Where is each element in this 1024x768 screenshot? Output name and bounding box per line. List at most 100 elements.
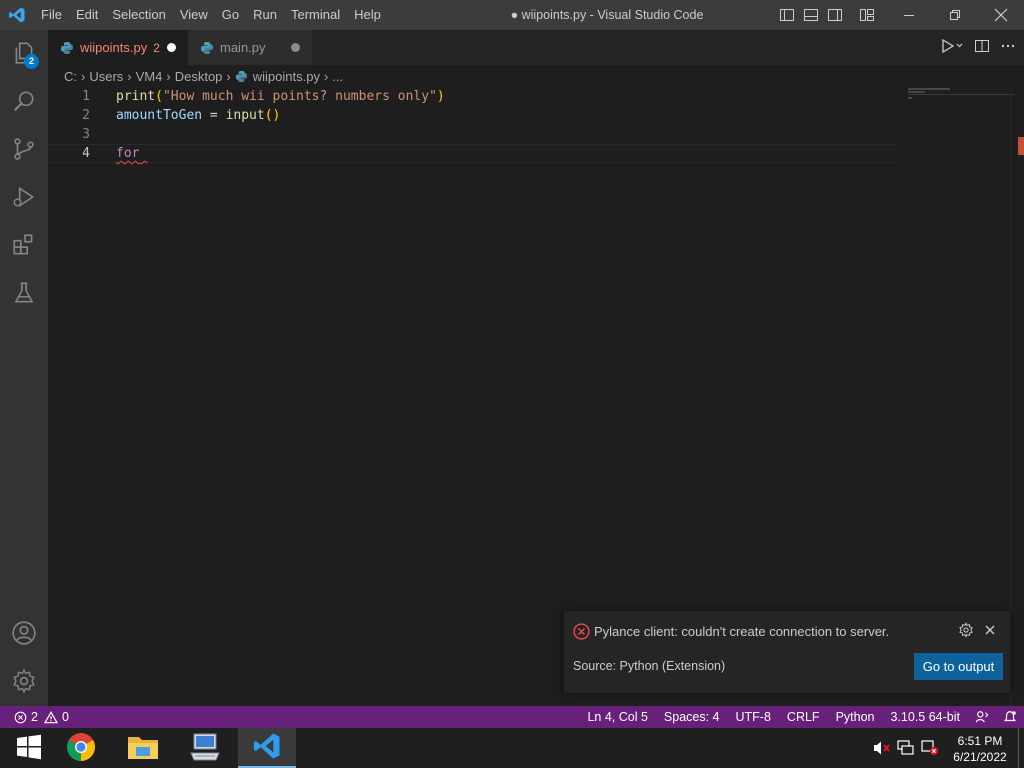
code-line[interactable]: 2 amountToGen = input() <box>48 106 898 125</box>
code-token: ( <box>155 89 163 104</box>
breadcrumb-file[interactable]: wiipoints.py <box>253 69 320 84</box>
code-line[interactable]: 3 <box>48 125 898 144</box>
source-control-button[interactable] <box>0 126 48 174</box>
unsaved-dot-icon[interactable] <box>167 43 176 52</box>
code-token: for <box>116 146 140 161</box>
tab-main[interactable]: main.py <box>188 30 312 65</box>
line-number: 2 <box>82 108 90 123</box>
toggle-secondary-sidebar-icon[interactable] <box>826 6 844 24</box>
notification-toast: Pylance client: couldn't create connecti… <box>564 611 1010 693</box>
menu-selection[interactable]: Selection <box>105 0 172 30</box>
breadcrumb-users[interactable]: Users <box>89 69 123 84</box>
show-desktop-button[interactable] <box>1018 728 1024 768</box>
breadcrumb-drive[interactable]: C: <box>64 69 77 84</box>
line-number: 3 <box>82 127 90 142</box>
menu-run[interactable]: Run <box>246 0 284 30</box>
notification-message: Pylance client: couldn't create connecti… <box>594 624 890 639</box>
unsaved-dot-icon[interactable] <box>291 43 300 52</box>
editor-actions <box>940 30 1016 65</box>
breadcrumb-desktop[interactable]: Desktop <box>175 69 223 84</box>
error-icon <box>573 623 590 640</box>
vscode-taskbar-button[interactable] <box>238 728 296 768</box>
layout-controls <box>778 0 876 30</box>
code-line[interactable]: 4 for <box>48 144 898 163</box>
cursor-position[interactable]: Ln 4, Col 5 <box>579 706 655 728</box>
customize-layout-icon[interactable] <box>858 6 876 24</box>
breadcrumb: C: › Users › VM4 › Desktop › wiipoints.p… <box>48 65 1024 87</box>
clock[interactable]: 6:51 PM 6/21/2022 <box>942 731 1018 765</box>
file-explorer-taskbar-button[interactable] <box>114 728 172 768</box>
more-actions-icon[interactable] <box>1000 38 1016 57</box>
encoding[interactable]: UTF-8 <box>728 706 779 728</box>
search-button[interactable] <box>0 78 48 126</box>
window-controls <box>886 0 1024 30</box>
problems-status[interactable]: 2 0 <box>0 710 69 724</box>
computer-keyboard-icon <box>189 732 221 765</box>
breadcrumb-symbols[interactable]: ... <box>332 69 343 84</box>
tab-label: main.py <box>220 40 266 55</box>
menu-terminal[interactable]: Terminal <box>284 0 347 30</box>
error-marker <box>1018 137 1024 155</box>
manage-button[interactable] <box>0 658 48 706</box>
title-bar: File Edit Selection View Go Run Terminal… <box>0 0 1024 30</box>
explorer-button[interactable]: 2 <box>0 30 48 78</box>
gear-icon[interactable] <box>958 622 976 640</box>
folder-icon <box>127 733 159 764</box>
tab-label: wiipoints.py <box>80 40 148 55</box>
search-icon <box>11 88 37 117</box>
menu-edit[interactable]: Edit <box>69 0 105 30</box>
restore-icon[interactable] <box>932 0 978 30</box>
line-number: 4 <box>82 146 90 161</box>
start-button[interactable] <box>0 728 58 768</box>
split-editor-icon[interactable] <box>974 38 990 57</box>
minimap-slider[interactable] <box>908 87 1014 95</box>
run-python-file-icon[interactable] <box>940 38 964 57</box>
code-text: for <box>116 144 147 163</box>
notifications-bell-icon[interactable] <box>996 706 1024 728</box>
chrome-taskbar-button[interactable] <box>52 728 110 768</box>
source-control-icon <box>11 136 37 165</box>
breadcrumb-vm4[interactable]: VM4 <box>136 69 163 84</box>
warning-count: 0 <box>61 710 69 724</box>
indentation[interactable]: Spaces: 4 <box>656 706 728 728</box>
chevron-right-icon: › <box>81 68 86 84</box>
accounts-button[interactable] <box>0 610 48 658</box>
tab-problem-count: 2 <box>153 40 160 55</box>
menu-bar: File Edit Selection View Go Run Terminal… <box>34 0 388 30</box>
vscode-logo-icon <box>0 0 34 30</box>
menu-view[interactable]: View <box>173 0 215 30</box>
python-interpreter[interactable]: 3.10.5 64-bit <box>883 706 969 728</box>
action-center-warning-icon[interactable] <box>918 728 942 768</box>
clock-time: 6:51 PM <box>957 734 1003 748</box>
run-debug-button[interactable] <box>0 174 48 222</box>
run-debug-icon <box>11 184 37 213</box>
feedback-icon[interactable] <box>968 706 996 728</box>
code-token: () <box>264 108 281 123</box>
python-file-icon <box>235 70 248 83</box>
menu-help[interactable]: Help <box>347 0 388 30</box>
toggle-panel-icon[interactable] <box>802 6 820 24</box>
language-mode[interactable]: Python <box>828 706 883 728</box>
code-token: = <box>202 108 226 123</box>
remote-desktop-taskbar-button[interactable] <box>176 728 234 768</box>
close-window-icon[interactable] <box>978 0 1024 30</box>
extensions-button[interactable] <box>0 222 48 270</box>
minimize-icon[interactable] <box>886 0 932 30</box>
tab-wiipoints[interactable]: wiipoints.py 2 <box>48 30 188 65</box>
go-to-output-button[interactable]: Go to output <box>914 653 1003 680</box>
tab-bar: wiipoints.py 2 main.py <box>48 30 1024 65</box>
overview-ruler[interactable] <box>1010 87 1024 706</box>
toggle-primary-sidebar-icon[interactable] <box>778 6 796 24</box>
chrome-icon <box>66 732 96 765</box>
chevron-right-icon: › <box>323 68 329 84</box>
menu-file[interactable]: File <box>34 0 69 30</box>
menu-go[interactable]: Go <box>215 0 246 30</box>
testing-button[interactable] <box>0 270 48 318</box>
code-line[interactable]: 1 print("How much wii points? numbers onl… <box>48 87 898 106</box>
line-ending[interactable]: CRLF <box>779 706 828 728</box>
notification-source: Source: Python (Extension) <box>573 659 726 673</box>
close-icon[interactable] <box>982 622 1000 640</box>
network-icon[interactable] <box>894 728 918 768</box>
volume-muted-icon[interactable] <box>870 728 894 768</box>
status-bar-right: Ln 4, Col 5 Spaces: 4 UTF-8 CRLF Python … <box>579 706 1024 728</box>
